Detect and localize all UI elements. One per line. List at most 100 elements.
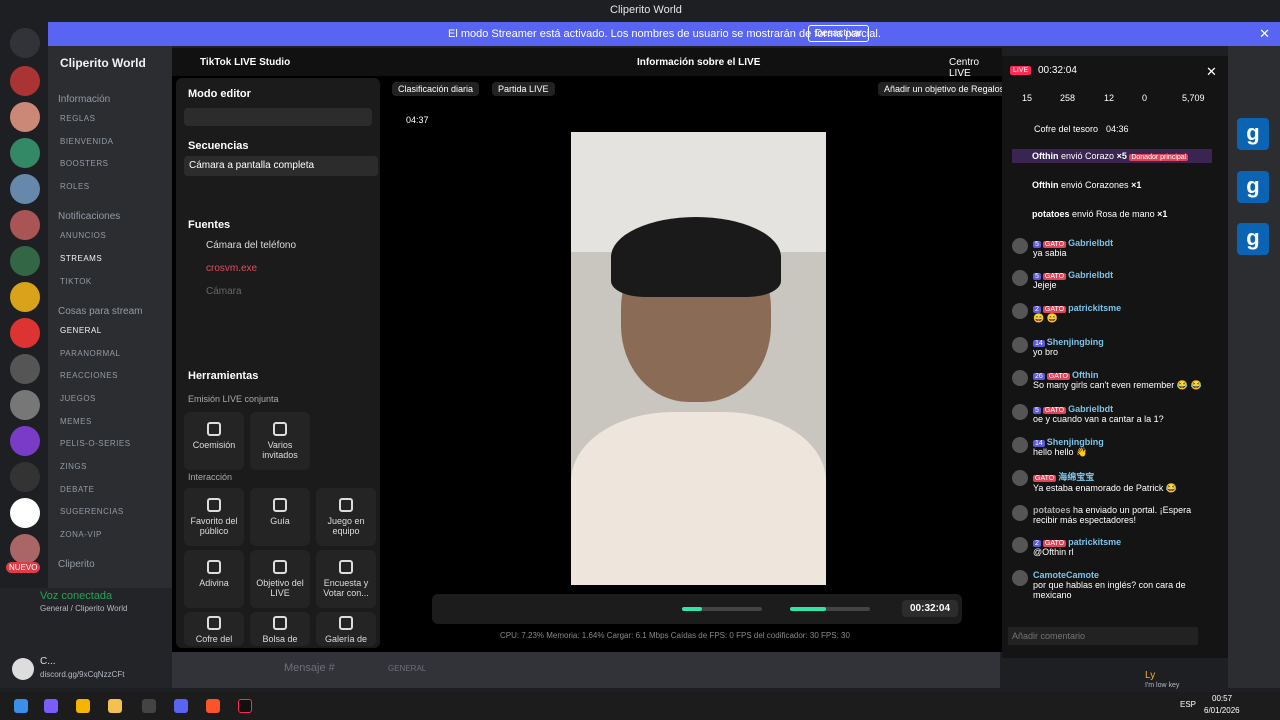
server-icon[interactable]	[10, 174, 40, 204]
cohost-tool[interactable]: Coemisión	[184, 412, 244, 470]
close-icon[interactable]: ✕	[1206, 64, 1217, 80]
voice-status[interactable]: Voz conectada	[40, 590, 112, 602]
clock-time[interactable]: 00:57	[1212, 694, 1232, 703]
centro-live-button[interactable]: Centro LIVE	[949, 57, 1002, 79]
store-icon[interactable]	[76, 699, 90, 713]
avatar[interactable]	[1012, 404, 1028, 420]
channel-item[interactable]: GENERAL	[60, 326, 102, 335]
favorite-tool[interactable]: Favorito del público	[184, 488, 244, 546]
start-icon[interactable]	[14, 699, 28, 713]
language-indicator[interactable]: ESP	[1180, 700, 1196, 709]
avatar[interactable]	[1012, 238, 1028, 254]
channel-item[interactable]: ANUNCIOS	[60, 231, 106, 240]
daily-ranking-chip[interactable]: Clasificación diaria	[392, 82, 480, 96]
game-icon[interactable]: g	[1237, 171, 1269, 203]
poll-tool[interactable]: Encuesta y Votar con...	[316, 550, 376, 608]
channel-item[interactable]: REACCIONES	[60, 371, 118, 380]
avatar[interactable]	[1012, 537, 1028, 553]
deactivate-button[interactable]: Desactivar	[808, 25, 870, 42]
guests-tool[interactable]: Varios invitados	[250, 412, 310, 470]
avatar[interactable]	[12, 658, 34, 680]
server-icon[interactable]	[10, 426, 40, 456]
source-item[interactable]: Cámara del teléfono	[206, 240, 296, 251]
channel-item[interactable]: BOOSTERS	[60, 159, 108, 168]
volume-slider[interactable]	[682, 607, 762, 611]
server-icon[interactable]	[10, 210, 40, 240]
channel-item[interactable]: REGLAS	[60, 114, 95, 123]
treasure-label[interactable]: Cofre del tesoro	[1034, 124, 1098, 134]
member-name[interactable]: Ly	[1145, 670, 1155, 681]
channel-item[interactable]: PELIS-O-SERIES	[60, 439, 131, 448]
orientation-toggle[interactable]	[184, 108, 372, 126]
comment-input[interactable]	[1008, 627, 1198, 645]
server-icon[interactable]	[10, 498, 40, 528]
avatar[interactable]	[1012, 370, 1028, 386]
server-icon[interactable]	[10, 282, 40, 312]
guide-tool[interactable]: Guía	[250, 488, 310, 546]
channel-item[interactable]: ZINGS	[60, 462, 87, 471]
server-icon[interactable]	[10, 246, 40, 276]
avatar[interactable]	[1012, 437, 1028, 453]
gallery-tool[interactable]: Galería de	[316, 612, 376, 646]
close-icon[interactable]: ✕	[1259, 26, 1270, 42]
server-icon[interactable]	[10, 534, 40, 564]
mode-selector[interactable]: Modo editor	[188, 88, 251, 100]
server-name[interactable]: Cliperito World	[60, 56, 146, 70]
sources-title: Fuentes	[188, 219, 231, 231]
goal-tool[interactable]: Objetivo del LIVE	[250, 550, 310, 608]
game-icon[interactable]: g	[1237, 118, 1269, 150]
discord-home-icon[interactable]	[10, 28, 40, 58]
channel-item[interactable]: PARANORMAL	[60, 349, 120, 358]
server-icon[interactable]	[10, 138, 40, 168]
app-icon[interactable]	[142, 699, 156, 713]
copilot-icon[interactable]	[44, 699, 58, 713]
bag-tool[interactable]: Bolsa de	[250, 612, 310, 646]
channel-item[interactable]: TIKTOK	[60, 277, 92, 286]
scene-item[interactable]: Cámara a pantalla completa	[184, 156, 378, 176]
gift-event: Ofthin envió Corazo ×5 Donador principal	[1012, 149, 1212, 163]
category-label[interactable]: Información	[58, 94, 110, 105]
avatar[interactable]	[1012, 470, 1028, 486]
guess-tool[interactable]: Adivina	[184, 550, 244, 608]
message-input[interactable]: Mensaje #	[284, 662, 335, 674]
team-game-tool[interactable]: Juego en equipo	[316, 488, 376, 546]
avatar[interactable]	[1012, 337, 1028, 353]
channel-item[interactable]: DEBATE	[60, 485, 94, 494]
game-icon[interactable]: g	[1237, 223, 1269, 255]
add-goal-chip[interactable]: Añadir un objetivo de Regalos	[878, 82, 1011, 96]
mic-slider[interactable]	[790, 607, 870, 611]
channel-item[interactable]: JUEGOS	[60, 394, 96, 403]
avatar[interactable]	[1012, 270, 1028, 286]
server-icon[interactable]	[10, 462, 40, 492]
avatar[interactable]	[1012, 570, 1028, 586]
gift-event: Ofthin envió Corazones ×1	[1032, 180, 1142, 190]
category-label[interactable]: Cliperito	[58, 559, 95, 570]
channel-item[interactable]: MEMES	[60, 417, 92, 426]
server-icon[interactable]	[10, 390, 40, 420]
server-icon[interactable]	[10, 318, 40, 348]
voice-channel: General / Cliperito World	[40, 604, 128, 613]
channel-item[interactable]: ZONA-VIP	[60, 530, 102, 539]
category-label[interactable]: Notificaciones	[58, 211, 120, 222]
source-item[interactable]: Cámara	[206, 286, 242, 297]
category-label[interactable]: Cosas para stream	[58, 306, 142, 317]
channel-item[interactable]: SUGERENCIAS	[60, 507, 124, 516]
brave-icon[interactable]	[206, 699, 220, 713]
tiktok-icon[interactable]	[238, 699, 252, 713]
discord-icon[interactable]	[174, 699, 188, 713]
clock-date[interactable]: 6/01/2026	[1204, 706, 1240, 715]
avatar[interactable]	[1012, 505, 1028, 521]
channel-item[interactable]: BIENVENIDA	[60, 137, 113, 146]
explorer-icon[interactable]	[108, 699, 122, 713]
source-item[interactable]: crosvm.exe	[206, 263, 257, 274]
channel-item[interactable]: STREAMS	[60, 254, 102, 263]
server-icon[interactable]	[10, 102, 40, 132]
server-icon[interactable]	[10, 66, 40, 96]
server-icon[interactable]	[10, 354, 40, 384]
chest-tool[interactable]: Cofre del	[184, 612, 244, 646]
live-match-chip[interactable]: Partida LIVE	[492, 82, 555, 96]
live-info-title[interactable]: Información sobre el LIVE	[637, 57, 760, 68]
performance-stats: CPU: 7.23% Memoria: 1.64% Cargar: 6.1 Mb…	[500, 631, 850, 640]
avatar[interactable]	[1012, 303, 1028, 319]
channel-item[interactable]: ROLES	[60, 182, 90, 191]
